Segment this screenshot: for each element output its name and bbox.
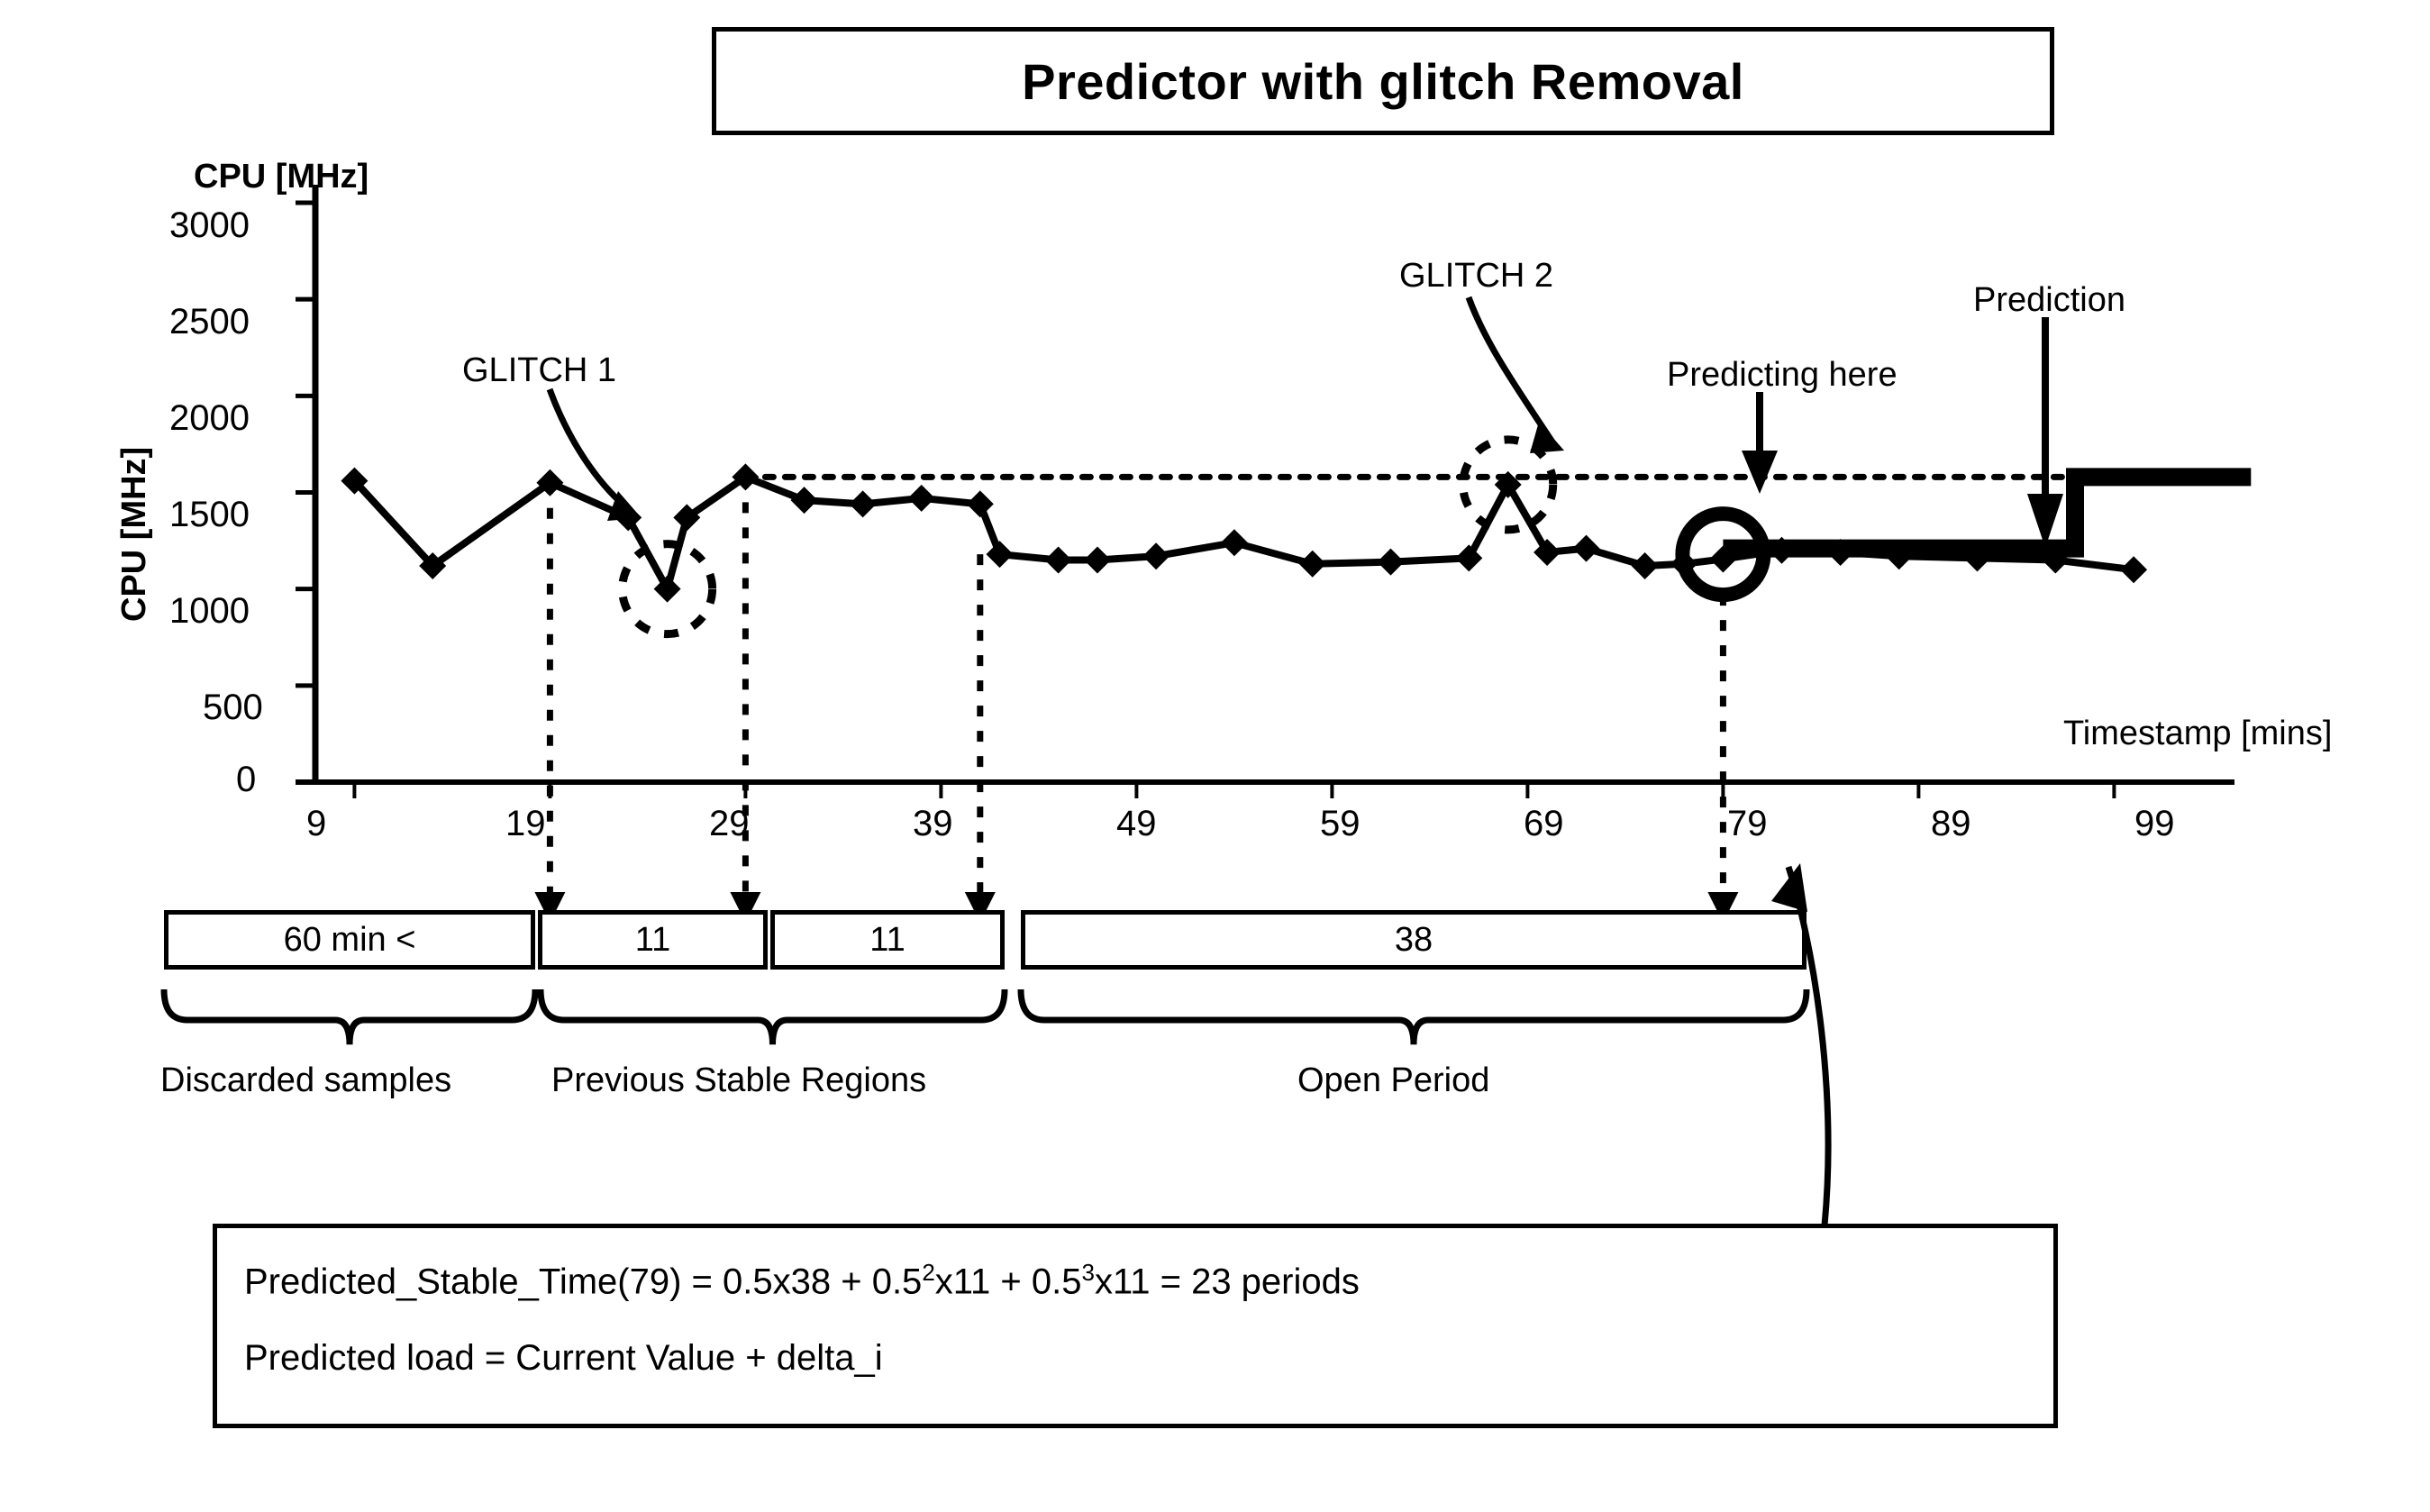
x-tick-19: 19	[505, 804, 546, 843]
segment-label: 11	[869, 920, 906, 959]
segment-box-stable-1: 11	[538, 910, 768, 970]
data-point-marker	[1084, 546, 1111, 574]
segment-label: 60 min <	[283, 920, 416, 959]
segment-label: 38	[1394, 920, 1433, 959]
data-point-marker	[790, 487, 818, 515]
formula-1-exp-1: 2	[922, 1259, 935, 1286]
page-title: Predictor with glitch Removal	[1022, 52, 1744, 110]
y-tick-1500: 1500	[169, 495, 250, 534]
x-tick-69: 69	[1524, 804, 1564, 843]
data-point-marker	[1455, 544, 1483, 572]
segment-box-stable-2: 11	[770, 910, 1005, 970]
predicting-here-label: Predicting here	[1667, 356, 1898, 394]
cpu-load-chart	[296, 185, 2252, 923]
y-tick-2000: 2000	[169, 398, 250, 438]
data-point-marker	[2120, 556, 2148, 584]
x-tick-39: 39	[913, 804, 953, 843]
formula-line-2: Predicted load = Current Value + delta_i	[244, 1338, 883, 1379]
x-axis-title: Timestamp [mins]	[2063, 715, 2333, 752]
data-point-marker	[1142, 542, 1170, 570]
x-tick-59: 59	[1320, 804, 1361, 843]
y-tick-500: 500	[203, 688, 263, 727]
data-point-marker	[614, 504, 642, 532]
data-point-marker	[1044, 546, 1072, 574]
glitch-2-label: GLITCH 2	[1399, 257, 1554, 295]
data-point-marker	[1377, 548, 1405, 576]
data-point-marker	[1572, 534, 1600, 562]
data-point-marker	[1298, 550, 1326, 578]
data-point-marker	[653, 575, 681, 603]
brace-label-discarded: Discarded samples	[160, 1061, 452, 1099]
segment-box-discarded: 60 min <	[164, 910, 535, 970]
brace-label-open-period: Open Period	[1297, 1061, 1490, 1099]
glitch-1-label: GLITCH 1	[462, 351, 617, 389]
segment-label: 11	[634, 920, 671, 959]
formula-1-part-b: x11 + 0.5	[934, 1262, 1082, 1302]
formula-line-1: Predicted_Stable_Time(79) = 0.5x38 + 0.5…	[244, 1259, 2053, 1302]
x-tick-99: 99	[2134, 804, 2175, 843]
data-point-marker	[986, 541, 1014, 569]
y-tick-1000: 1000	[169, 591, 250, 631]
y-tick-0: 0	[236, 760, 257, 799]
data-point-marker	[849, 490, 877, 518]
y-tick-2500: 2500	[169, 302, 250, 342]
prediction-line	[1723, 468, 2252, 558]
formula-1-part-c: x11 = 23 periods	[1094, 1262, 1360, 1302]
prediction-label: Prediction	[1973, 281, 2125, 319]
brace-label-previous-stable: Previous Stable Regions	[551, 1061, 927, 1099]
x-tick-49: 49	[1116, 804, 1157, 843]
x-tick-79: 79	[1727, 804, 1768, 843]
y-tick-3000: 3000	[169, 205, 250, 245]
formula-box: Predicted_Stable_Time(79) = 0.5x38 + 0.5…	[213, 1224, 2058, 1428]
x-tick-9: 9	[306, 804, 327, 843]
segment-box-open-period: 38	[1021, 910, 1807, 970]
formula-1-exp-2: 3	[1081, 1259, 1095, 1286]
formula-1-part-a: Predicted_Stable_Time(79) = 0.5x38 + 0.5	[244, 1262, 923, 1302]
x-tick-89: 89	[1931, 804, 1971, 843]
data-point-marker	[1220, 529, 1248, 557]
data-point-marker	[1631, 551, 1659, 579]
data-point-marker	[907, 484, 935, 512]
x-tick-29: 29	[709, 804, 750, 843]
y-axis-header: CPU [MHz]	[194, 158, 369, 196]
data-point-marker	[966, 490, 994, 518]
y-axis-title: CPU [MHz]	[115, 446, 153, 622]
